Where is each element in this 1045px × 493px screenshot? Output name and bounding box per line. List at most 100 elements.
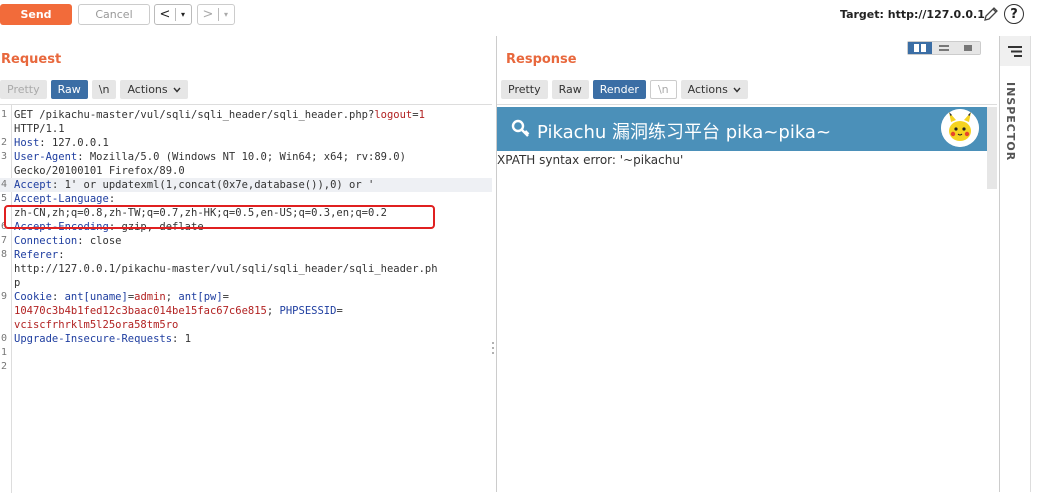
actions-menu[interactable]: Actions bbox=[680, 80, 748, 99]
forward-nav-group[interactable]: > ▾ bbox=[197, 4, 235, 25]
inspector-menu-button[interactable] bbox=[1000, 36, 1030, 66]
tab-raw[interactable]: Raw bbox=[50, 80, 88, 99]
inspector-panel: INSPECTOR bbox=[999, 36, 1045, 492]
line-number: 0 bbox=[1, 333, 8, 344]
layout-side-by-side-icon[interactable] bbox=[908, 42, 932, 54]
response-tabs: Pretty Raw Render \n Actions bbox=[501, 80, 748, 99]
actions-label: Actions bbox=[687, 83, 728, 96]
token: 1 bbox=[418, 109, 425, 121]
token: = bbox=[336, 305, 343, 317]
response-title: Response bbox=[506, 52, 577, 67]
target-label: Target: http://127.0.0.1 bbox=[840, 8, 985, 21]
wrench-icon bbox=[511, 119, 530, 137]
render-view: Pikachu 漏洞练习平台 pika~pika~ XPATH syntax e… bbox=[497, 104, 997, 493]
line-text: http://127.0.0.1/pikachu-master/vul/sqli… bbox=[14, 262, 438, 276]
request-line: 8 Referer: bbox=[0, 248, 492, 262]
token: Accept-Language bbox=[14, 193, 109, 205]
line-text: HTTP/1.1 bbox=[14, 122, 65, 136]
token: ant[pw] bbox=[178, 291, 223, 303]
cancel-button[interactable]: Cancel bbox=[78, 4, 150, 25]
token: : bbox=[51, 291, 65, 303]
line-text: Upgrade-Insecure-Requests: 1 bbox=[14, 332, 191, 346]
request-line: 7 Connection: close bbox=[0, 234, 492, 248]
request-editor[interactable]: 1 GET /pikachu-master/vul/sqli/sqli_heade… bbox=[0, 104, 492, 493]
token: p bbox=[14, 277, 21, 289]
request-line: Gecko/20100101 Firefox/89.0 bbox=[0, 164, 492, 178]
token: Referer bbox=[14, 249, 59, 261]
chevron-down-icon bbox=[733, 87, 741, 93]
token: ; bbox=[266, 305, 280, 317]
line-text: Accept-Language: bbox=[14, 192, 115, 206]
token: Cookie bbox=[14, 291, 52, 303]
token: GET /pikachu-master/vul/sqli/sqli_header… bbox=[14, 109, 375, 121]
request-line: p bbox=[0, 276, 492, 290]
site-banner: Pikachu 漏洞练习平台 pika~pika~ bbox=[497, 107, 987, 151]
send-button[interactable]: Send bbox=[0, 4, 72, 25]
request-line: 3 User-Agent: Mozilla/5.0 (Windows NT 10.… bbox=[0, 150, 492, 164]
token: Accept bbox=[14, 179, 52, 191]
back-nav-group[interactable]: < ▾ bbox=[154, 4, 192, 25]
token: logout bbox=[374, 109, 413, 121]
line-number: 4 bbox=[1, 179, 8, 190]
request-line: 10470c3b4b1fed12c3baac014be15fac67c6e815… bbox=[0, 304, 492, 318]
inspector-label[interactable]: INSPECTOR bbox=[1004, 82, 1017, 161]
request-line: 4 Accept: 1' or updatexml(1,concat(0x7e,d… bbox=[0, 178, 492, 192]
token: ; bbox=[165, 291, 179, 303]
top-toolbar: Send Cancel < ▾ > ▾ Target: http://127.0… bbox=[0, 0, 1045, 30]
request-title: Request bbox=[1, 52, 62, 67]
token: admin bbox=[134, 291, 166, 303]
line-number: 2 bbox=[1, 137, 8, 148]
tab-newline[interactable]: \n bbox=[649, 80, 677, 99]
forward-dropdown-icon[interactable]: ▾ bbox=[219, 10, 233, 19]
tab-newline[interactable]: \n bbox=[91, 80, 117, 99]
site-title: Pikachu 漏洞练习平台 pika~pika~ bbox=[537, 122, 832, 143]
forward-arrow-icon[interactable]: > bbox=[198, 7, 218, 22]
back-dropdown-icon[interactable]: ▾ bbox=[176, 10, 190, 19]
token: Gecko/20100101 Firefox/89.0 bbox=[14, 165, 185, 177]
request-line: 2 Host: 127.0.0.1 bbox=[0, 136, 492, 150]
layout-stacked-icon[interactable] bbox=[932, 42, 956, 54]
token: HTTP/1.1 bbox=[14, 123, 65, 135]
tab-render[interactable]: Render bbox=[592, 80, 646, 99]
pencil-icon[interactable] bbox=[982, 5, 1000, 23]
request-line: 2 bbox=[0, 360, 492, 374]
pikachu-avatar bbox=[941, 109, 979, 147]
inspector-scrollbar bbox=[1030, 36, 1045, 492]
token: : Mozilla/5.0 (Windows NT 10.0; Win64; x… bbox=[77, 151, 406, 163]
line-number: 3 bbox=[1, 151, 8, 162]
actions-menu[interactable]: Actions bbox=[120, 80, 188, 99]
line-number: 8 bbox=[1, 249, 8, 260]
token: : bbox=[58, 249, 65, 261]
token: Host bbox=[14, 137, 40, 149]
line-number: 1 bbox=[1, 109, 8, 120]
token: : 1 bbox=[172, 333, 192, 345]
line-number: 1 bbox=[1, 347, 8, 358]
layout-toggle[interactable] bbox=[907, 41, 981, 55]
line-text: Host: 127.0.0.1 bbox=[14, 136, 109, 150]
request-pane: Request Pretty Raw \n Actions 1 GET /pika… bbox=[0, 36, 495, 493]
line-text: Referer: bbox=[14, 248, 65, 262]
token: Connection bbox=[14, 235, 78, 247]
token: : close bbox=[77, 235, 122, 247]
token: Upgrade-Insecure-Requests bbox=[14, 333, 173, 345]
line-text: Cookie: ant[uname]=admin; ant[pw]= bbox=[14, 290, 229, 304]
tab-pretty[interactable]: Pretty bbox=[0, 80, 47, 99]
line-text: Gecko/20100101 Firefox/89.0 bbox=[14, 164, 185, 178]
request-line: 5 Accept-Language: bbox=[0, 192, 492, 206]
highlight-box bbox=[4, 205, 435, 229]
tab-pretty[interactable]: Pretty bbox=[501, 80, 548, 99]
line-text: vciscfrhrklm5l25ora58tm5ro bbox=[14, 318, 178, 332]
line-text: GET /pikachu-master/vul/sqli/sqli_header… bbox=[14, 108, 425, 122]
request-line: http://127.0.0.1/pikachu-master/vul/sqli… bbox=[0, 262, 492, 276]
drag-handle-icon[interactable] bbox=[491, 340, 495, 356]
tab-raw[interactable]: Raw bbox=[551, 80, 589, 99]
token: vciscfrhrklm5l25ora58tm5ro bbox=[14, 319, 179, 331]
layout-tabs-icon[interactable] bbox=[956, 42, 980, 54]
help-icon[interactable]: ? bbox=[1004, 4, 1024, 24]
token: http://127.0.0.1/pikachu-master/vul/sqli… bbox=[14, 263, 438, 275]
token: PHPSESSID bbox=[279, 305, 337, 317]
request-line: 1 GET /pikachu-master/vul/sqli/sqli_heade… bbox=[0, 108, 492, 122]
back-arrow-icon[interactable]: < bbox=[155, 7, 175, 22]
request-line: 9 Cookie: ant[uname]=admin; ant[pw]= bbox=[0, 290, 492, 304]
scrollbar[interactable] bbox=[987, 107, 997, 189]
